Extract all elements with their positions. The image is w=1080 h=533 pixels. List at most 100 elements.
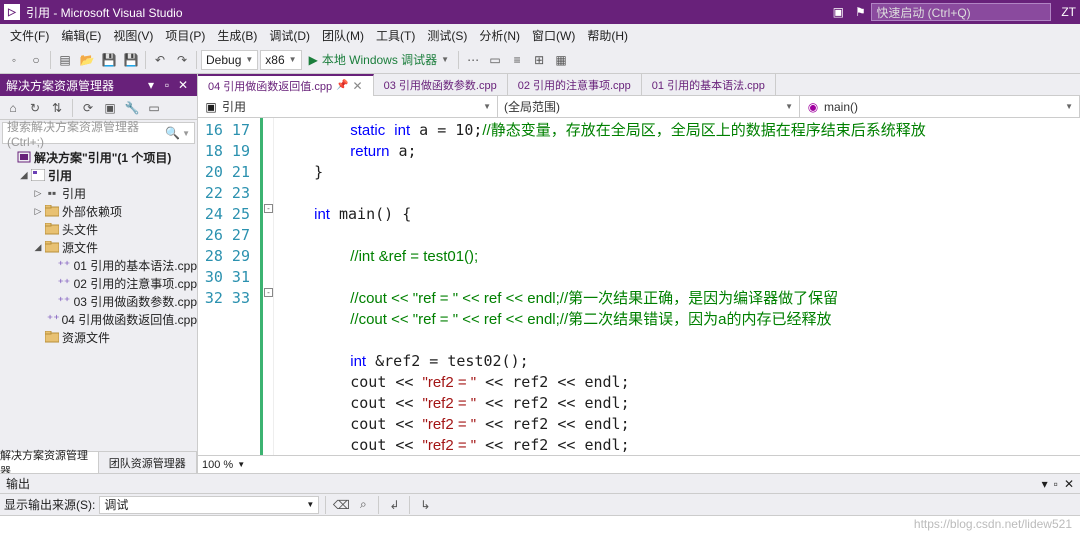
toolbar-misc-icon[interactable]: ⊞: [529, 50, 549, 70]
tree-item[interactable]: ◢引用: [0, 166, 197, 184]
close-icon[interactable]: ✕: [175, 77, 191, 93]
zoom-level[interactable]: 100 %: [202, 459, 233, 471]
menu-item[interactable]: 生成(B): [211, 25, 263, 46]
config-combo[interactable]: Debug▼: [201, 50, 258, 70]
home-icon[interactable]: ⌂: [4, 99, 22, 117]
document-tab[interactable]: 03 引用做函数参数.cpp: [374, 74, 508, 96]
menu-item[interactable]: 测试(S): [421, 25, 473, 46]
chevron-down-icon[interactable]: ▾: [1042, 477, 1048, 491]
tree-expand-icon[interactable]: ▷: [32, 206, 44, 217]
nav-scope-global[interactable]: (全局范围) ▼: [498, 96, 800, 117]
main-toolbar: ◦ ○ ▤ 📂 💾 💾 ↶ ↷ Debug▼ x86▼ ▶ 本地 Windows…: [0, 46, 1080, 74]
pin-icon[interactable]: ▫: [159, 77, 175, 93]
toolbar-misc-icon[interactable]: ▦: [551, 50, 571, 70]
menu-item[interactable]: 团队(M): [316, 25, 370, 46]
find-icon[interactable]: ⌕: [354, 496, 372, 514]
sync-icon[interactable]: ⟳: [79, 99, 97, 117]
tree-expand-icon[interactable]: ◢: [18, 170, 30, 181]
nav-scope-function[interactable]: ◉ main() ▼: [800, 96, 1080, 117]
refresh-icon[interactable]: ↻: [26, 99, 44, 117]
document-tab[interactable]: 02 引用的注意事项.cpp: [508, 74, 642, 96]
menu-item[interactable]: 工具(T): [370, 25, 421, 46]
platform-combo[interactable]: x86▼: [260, 50, 301, 70]
tree-item[interactable]: 资源文件: [0, 328, 197, 346]
quick-launch-placeholder: 快速启动 (Ctrl+Q): [876, 4, 970, 21]
menu-item[interactable]: 视图(V): [107, 25, 159, 46]
toolbar-misc-icon[interactable]: ▭: [485, 50, 505, 70]
workspace: 解决方案资源管理器 ▾ ▫ ✕ ⌂ ↻ ⇅ ⟳ ▣ 🔧 ▭ 搜索解决方案资源管理…: [0, 74, 1080, 473]
start-debug-button[interactable]: ▶ 本地 Windows 调试器 ▼: [304, 50, 455, 70]
tree-node-icon: ⁺⁺: [56, 294, 71, 308]
menu-item[interactable]: 调试(D): [263, 25, 316, 46]
tree-label: 资源文件: [60, 329, 110, 346]
undo-icon[interactable]: ↶: [150, 50, 170, 70]
tree-item[interactable]: ▷外部依赖项: [0, 202, 197, 220]
tree-item[interactable]: ⁺⁺03 引用做函数参数.cpp: [0, 292, 197, 310]
menu-item[interactable]: 项目(P): [159, 25, 211, 46]
close-icon[interactable]: ✕: [1064, 477, 1074, 491]
solution-tree[interactable]: 解决方案"引用"(1 个项目)◢引用▷▪▪引用▷外部依赖项头文件 ◢ 源文件⁺⁺01…: [0, 146, 197, 451]
menu-item[interactable]: 编辑(E): [55, 25, 107, 46]
properties-icon[interactable]: 🔧: [123, 99, 141, 117]
pin-icon[interactable]: 📌: [336, 80, 348, 91]
tree-expand-icon[interactable]: ◢: [32, 242, 44, 253]
menu-item[interactable]: 文件(F): [4, 25, 55, 46]
redo-icon[interactable]: ↷: [172, 50, 192, 70]
tab-team-explorer[interactable]: 团队资源管理器: [99, 452, 198, 473]
solution-search-input[interactable]: 搜索解决方案资源管理器(Ctrl+;) 🔍 ▼: [2, 122, 195, 144]
tree-item[interactable]: 头文件: [0, 220, 197, 238]
tree-expand-icon[interactable]: ▷: [32, 188, 44, 199]
tree-item[interactable]: ▷▪▪引用: [0, 184, 197, 202]
toolbar-misc-icon[interactable]: ⋯: [463, 50, 483, 70]
menu-item[interactable]: 分析(N): [473, 25, 526, 46]
output-source-combo[interactable]: 调试 ▼: [99, 496, 319, 514]
flag-icon[interactable]: ⚑: [851, 3, 869, 21]
tree-label: 解决方案"引用"(1 个项目): [32, 149, 171, 166]
quick-launch-input[interactable]: 快速启动 (Ctrl+Q): [871, 3, 1051, 21]
preview-icon[interactable]: ▭: [145, 99, 163, 117]
chevron-down-icon: ▼: [483, 102, 491, 111]
code-editor[interactable]: 16 17 18 19 20 21 22 23 24 25 26 27 28 2…: [198, 118, 1080, 455]
save-all-icon[interactable]: 💾: [121, 50, 141, 70]
fold-toggle-icon[interactable]: -: [264, 204, 273, 213]
goto-icon[interactable]: ↳: [416, 496, 434, 514]
tree-item[interactable]: ⁺⁺01 引用的基本语法.cpp: [0, 256, 197, 274]
document-tab[interactable]: 04 引用做函数返回值.cpp📌✕: [198, 74, 374, 96]
collapse-icon[interactable]: ⇅: [48, 99, 66, 117]
vs-logo-icon: ▷: [4, 4, 20, 20]
save-icon[interactable]: 💾: [99, 50, 119, 70]
show-all-icon[interactable]: ▣: [101, 99, 119, 117]
close-icon[interactable]: ✕: [353, 79, 363, 93]
word-wrap-icon[interactable]: ↲: [385, 496, 403, 514]
sidebar-tabs: 解决方案资源管理器 团队资源管理器: [0, 451, 197, 473]
toolbar-misc-icon[interactable]: ≡: [507, 50, 527, 70]
tree-item[interactable]: ⁺⁺04 引用做函数返回值.cpp: [0, 310, 197, 328]
fold-toggle-icon[interactable]: -: [264, 288, 273, 297]
tree-node-icon: ⁺⁺: [56, 276, 71, 290]
window-title: 引用 - Microsoft Visual Studio: [26, 4, 183, 21]
tree-item[interactable]: 解决方案"引用"(1 个项目): [0, 148, 197, 166]
panel-title: 解决方案资源管理器: [6, 77, 143, 94]
tree-label: 源文件: [60, 239, 98, 256]
code-content[interactable]: static int a = 10;//静态变量，存放在全局区，全局区上的数据在…: [274, 118, 1080, 455]
menu-item[interactable]: 帮助(H): [581, 25, 634, 46]
output-body[interactable]: https://blog.csdn.net/lidew521: [0, 516, 1080, 533]
notification-icon[interactable]: ▣: [829, 3, 847, 21]
function-icon: ◉: [806, 100, 820, 114]
chevron-down-icon[interactable]: ▾: [143, 77, 159, 93]
nav-fwd-icon[interactable]: ○: [26, 50, 46, 70]
tree-item[interactable]: ◢ 源文件: [0, 238, 197, 256]
clear-icon[interactable]: ⌫: [332, 496, 350, 514]
output-source-label: 显示输出来源(S):: [4, 496, 95, 513]
tab-solution-explorer[interactable]: 解决方案资源管理器: [0, 452, 99, 473]
document-tab[interactable]: 01 引用的基本语法.cpp: [642, 74, 776, 96]
tree-item[interactable]: ⁺⁺02 引用的注意事项.cpp: [0, 274, 197, 292]
fold-strip[interactable]: - -: [260, 118, 274, 455]
open-file-icon[interactable]: 📂: [77, 50, 97, 70]
menu-item[interactable]: 窗口(W): [526, 25, 581, 46]
nav-back-icon[interactable]: ◦: [4, 50, 24, 70]
chevron-down-icon: ▼: [182, 129, 190, 138]
nav-scope-project[interactable]: ▣ 引用 ▼: [198, 96, 498, 117]
pin-icon[interactable]: ▫: [1054, 477, 1058, 491]
new-project-icon[interactable]: ▤: [55, 50, 75, 70]
